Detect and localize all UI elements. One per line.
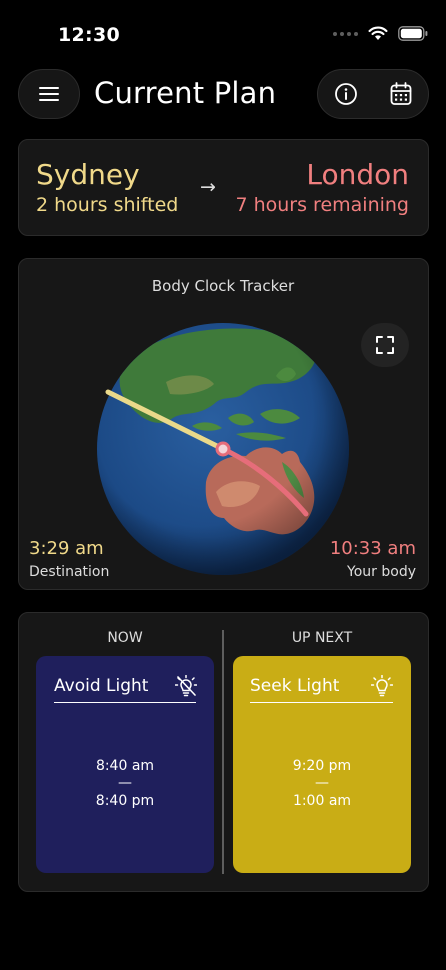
cellular-signal-icon <box>333 31 358 36</box>
now-panel-title: Avoid Light <box>54 676 149 696</box>
fullscreen-icon <box>376 336 394 354</box>
up-next-panel-title: Seek Light <box>250 676 340 696</box>
now-time-separator: — <box>118 775 132 791</box>
status-time: 12:30 <box>58 24 120 46</box>
battery-icon <box>398 26 428 41</box>
lightbulb-icon <box>371 675 393 697</box>
body-label: Your body <box>347 564 416 580</box>
column-divider <box>222 630 224 874</box>
up-next-panel[interactable]: Seek Light 9:20 pm — 1:00 am <box>233 656 411 873</box>
menu-button[interactable] <box>18 69 80 119</box>
calendar-icon <box>390 82 412 105</box>
up-next-time-separator: — <box>315 775 329 791</box>
route-arrow-icon: → <box>200 176 216 198</box>
now-heading: NOW <box>107 630 143 646</box>
now-end-time: 8:40 pm <box>95 793 155 809</box>
header-actions <box>317 69 429 119</box>
calendar-button[interactable] <box>390 82 412 106</box>
tracker-title: Body Clock Tracker <box>151 277 295 295</box>
up-next-heading: UP NEXT <box>291 630 353 646</box>
expand-button[interactable] <box>361 323 409 367</box>
now-panel[interactable]: Avoid Light 8:40 am — 8:40 pm <box>36 656 214 873</box>
destination-time: 3:29 am <box>29 538 104 559</box>
current-position-marker <box>215 441 231 457</box>
status-icons <box>333 26 428 41</box>
page-title: Current Plan <box>94 76 277 110</box>
now-start-time: 8:40 am <box>95 758 155 774</box>
up-next-end-time: 1:00 am <box>292 793 352 809</box>
wifi-icon <box>368 26 388 40</box>
up-next-panel-underline <box>250 702 393 703</box>
origin-city: Sydney <box>36 158 140 191</box>
globe-illustration[interactable] <box>96 322 350 576</box>
now-panel-underline <box>54 702 196 703</box>
destination-status: 7 hours remaining <box>235 194 409 216</box>
up-next-start-time: 9:20 pm <box>292 758 352 774</box>
destination-city: London <box>306 158 409 191</box>
info-icon <box>335 83 357 105</box>
origin-status: 2 hours shifted <box>36 194 179 216</box>
info-button[interactable] <box>334 82 358 106</box>
body-time: 10:33 am <box>329 538 416 559</box>
light-off-icon <box>175 675 197 697</box>
hamburger-icon <box>39 87 59 101</box>
destination-label: Destination <box>29 564 110 580</box>
